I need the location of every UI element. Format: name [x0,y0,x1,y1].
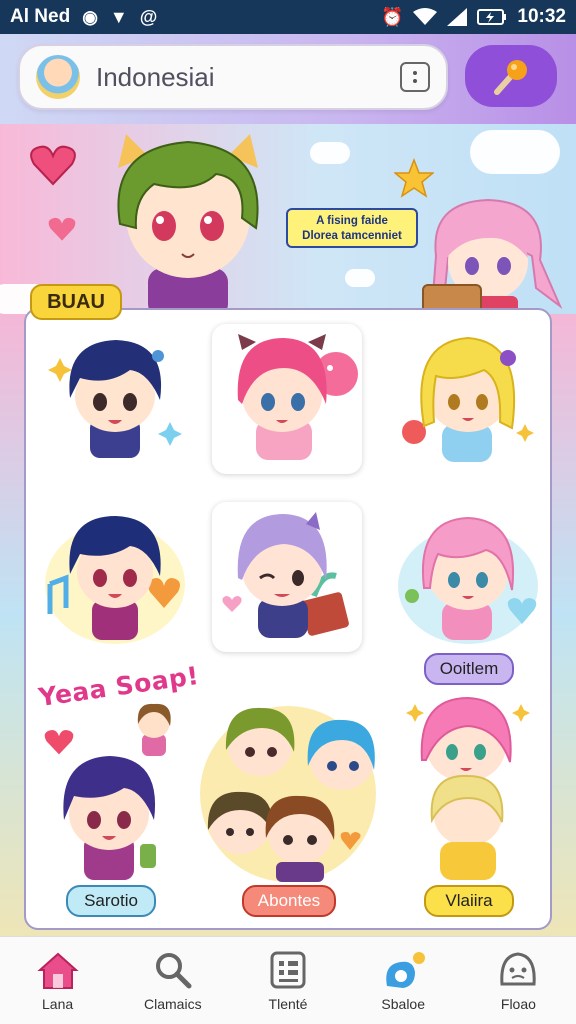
avatar[interactable] [36,55,80,99]
battery-icon [477,9,507,25]
list-icon [270,951,306,988]
search-input[interactable]: Indonesiai [96,62,400,93]
sticker-icon [386,951,426,988]
nav-label-sticker: Sbaloe [381,995,425,1012]
green-hair-character [117,134,259,314]
sticker-lavender-girl[interactable] [212,502,362,652]
wifi-icon [413,8,438,25]
nav-item-sticker[interactable]: Sbaloe [346,937,461,1024]
status-time: 10:32 [517,6,566,27]
at-icon: @ [139,6,158,27]
nav-label-list: Tlenté [268,995,308,1012]
group-sticker-art [200,706,376,882]
nav-item-list[interactable]: Tlenté [230,937,345,1024]
pink-girl-sticker-art [237,334,358,460]
navy-boy-sticker-art [45,516,185,644]
sticker-group[interactable] [200,700,376,886]
alarm-icon: ⏰ [380,6,404,27]
heart-icon [48,217,76,241]
lollipop-mic-icon [494,60,527,95]
cloud [470,130,560,174]
sticker-pink-blonde-pair[interactable] [402,690,532,886]
cloud [345,269,375,287]
sticker-purple-boy[interactable] [44,740,174,886]
face-icon [500,951,537,985]
search-bar[interactable]: Indonesiai [18,44,448,110]
banner-speech-bubble: A fising faide Dlorea tamcenniet [286,208,418,248]
banner-speech-line1: A fising faide [316,215,388,227]
sticker-pink-girl[interactable] [212,324,362,474]
download-icon: ▼ [109,6,128,27]
pink-bob-girl-sticker-art [398,516,538,644]
nav-label-face: Floao [500,995,536,1012]
home-icon [36,952,79,989]
mic-button[interactable] [465,45,557,107]
nav-item-search[interactable]: Clamaics [115,937,230,1024]
chip-top-right[interactable]: Ooitlem [424,653,514,685]
blonde-girl-sticker-art [402,336,534,462]
star-icon [394,158,434,198]
sticker-navy-boy[interactable] [40,504,190,654]
heart-icon [30,145,76,186]
camera-icon: ◉ [82,6,98,27]
pair-sticker-art [406,696,530,880]
panel-tag: BUAU [30,284,122,320]
cloud [310,142,350,164]
signal-icon [447,8,468,26]
banner-speech-line2: Dlorea tamcenniet [302,230,402,242]
status-left-text: Al Ned [10,6,71,27]
sticker-blonde-girl[interactable] [390,326,540,476]
sticker-blue-boy[interactable] [40,326,190,476]
sticker-pink-bob-girl[interactable] [390,504,540,654]
status-bar: Al Ned ◉ ▼ @ ⏰ 10:32 [0,0,576,34]
lavender-girl-sticker-art [222,512,349,638]
purple-boy-sticker-art [63,756,156,880]
chip-left[interactable]: Sarotio [66,885,156,917]
nav-item-face[interactable]: Floao [461,937,576,1024]
nav-label-search: Clamaics [144,995,202,1012]
blue-boy-sticker-art [48,340,182,458]
chip-center[interactable]: Abontes [242,885,336,917]
nav-item-home[interactable]: Lana [0,937,115,1024]
chip-right[interactable]: Vlaiira [424,885,514,917]
more-options-icon[interactable] [400,62,430,92]
nav-label-home: Lana [42,995,74,1012]
search-icon [155,952,192,988]
bottom-nav: Lana Clamaics Tlenté Sbaloe Floao [0,936,576,1024]
